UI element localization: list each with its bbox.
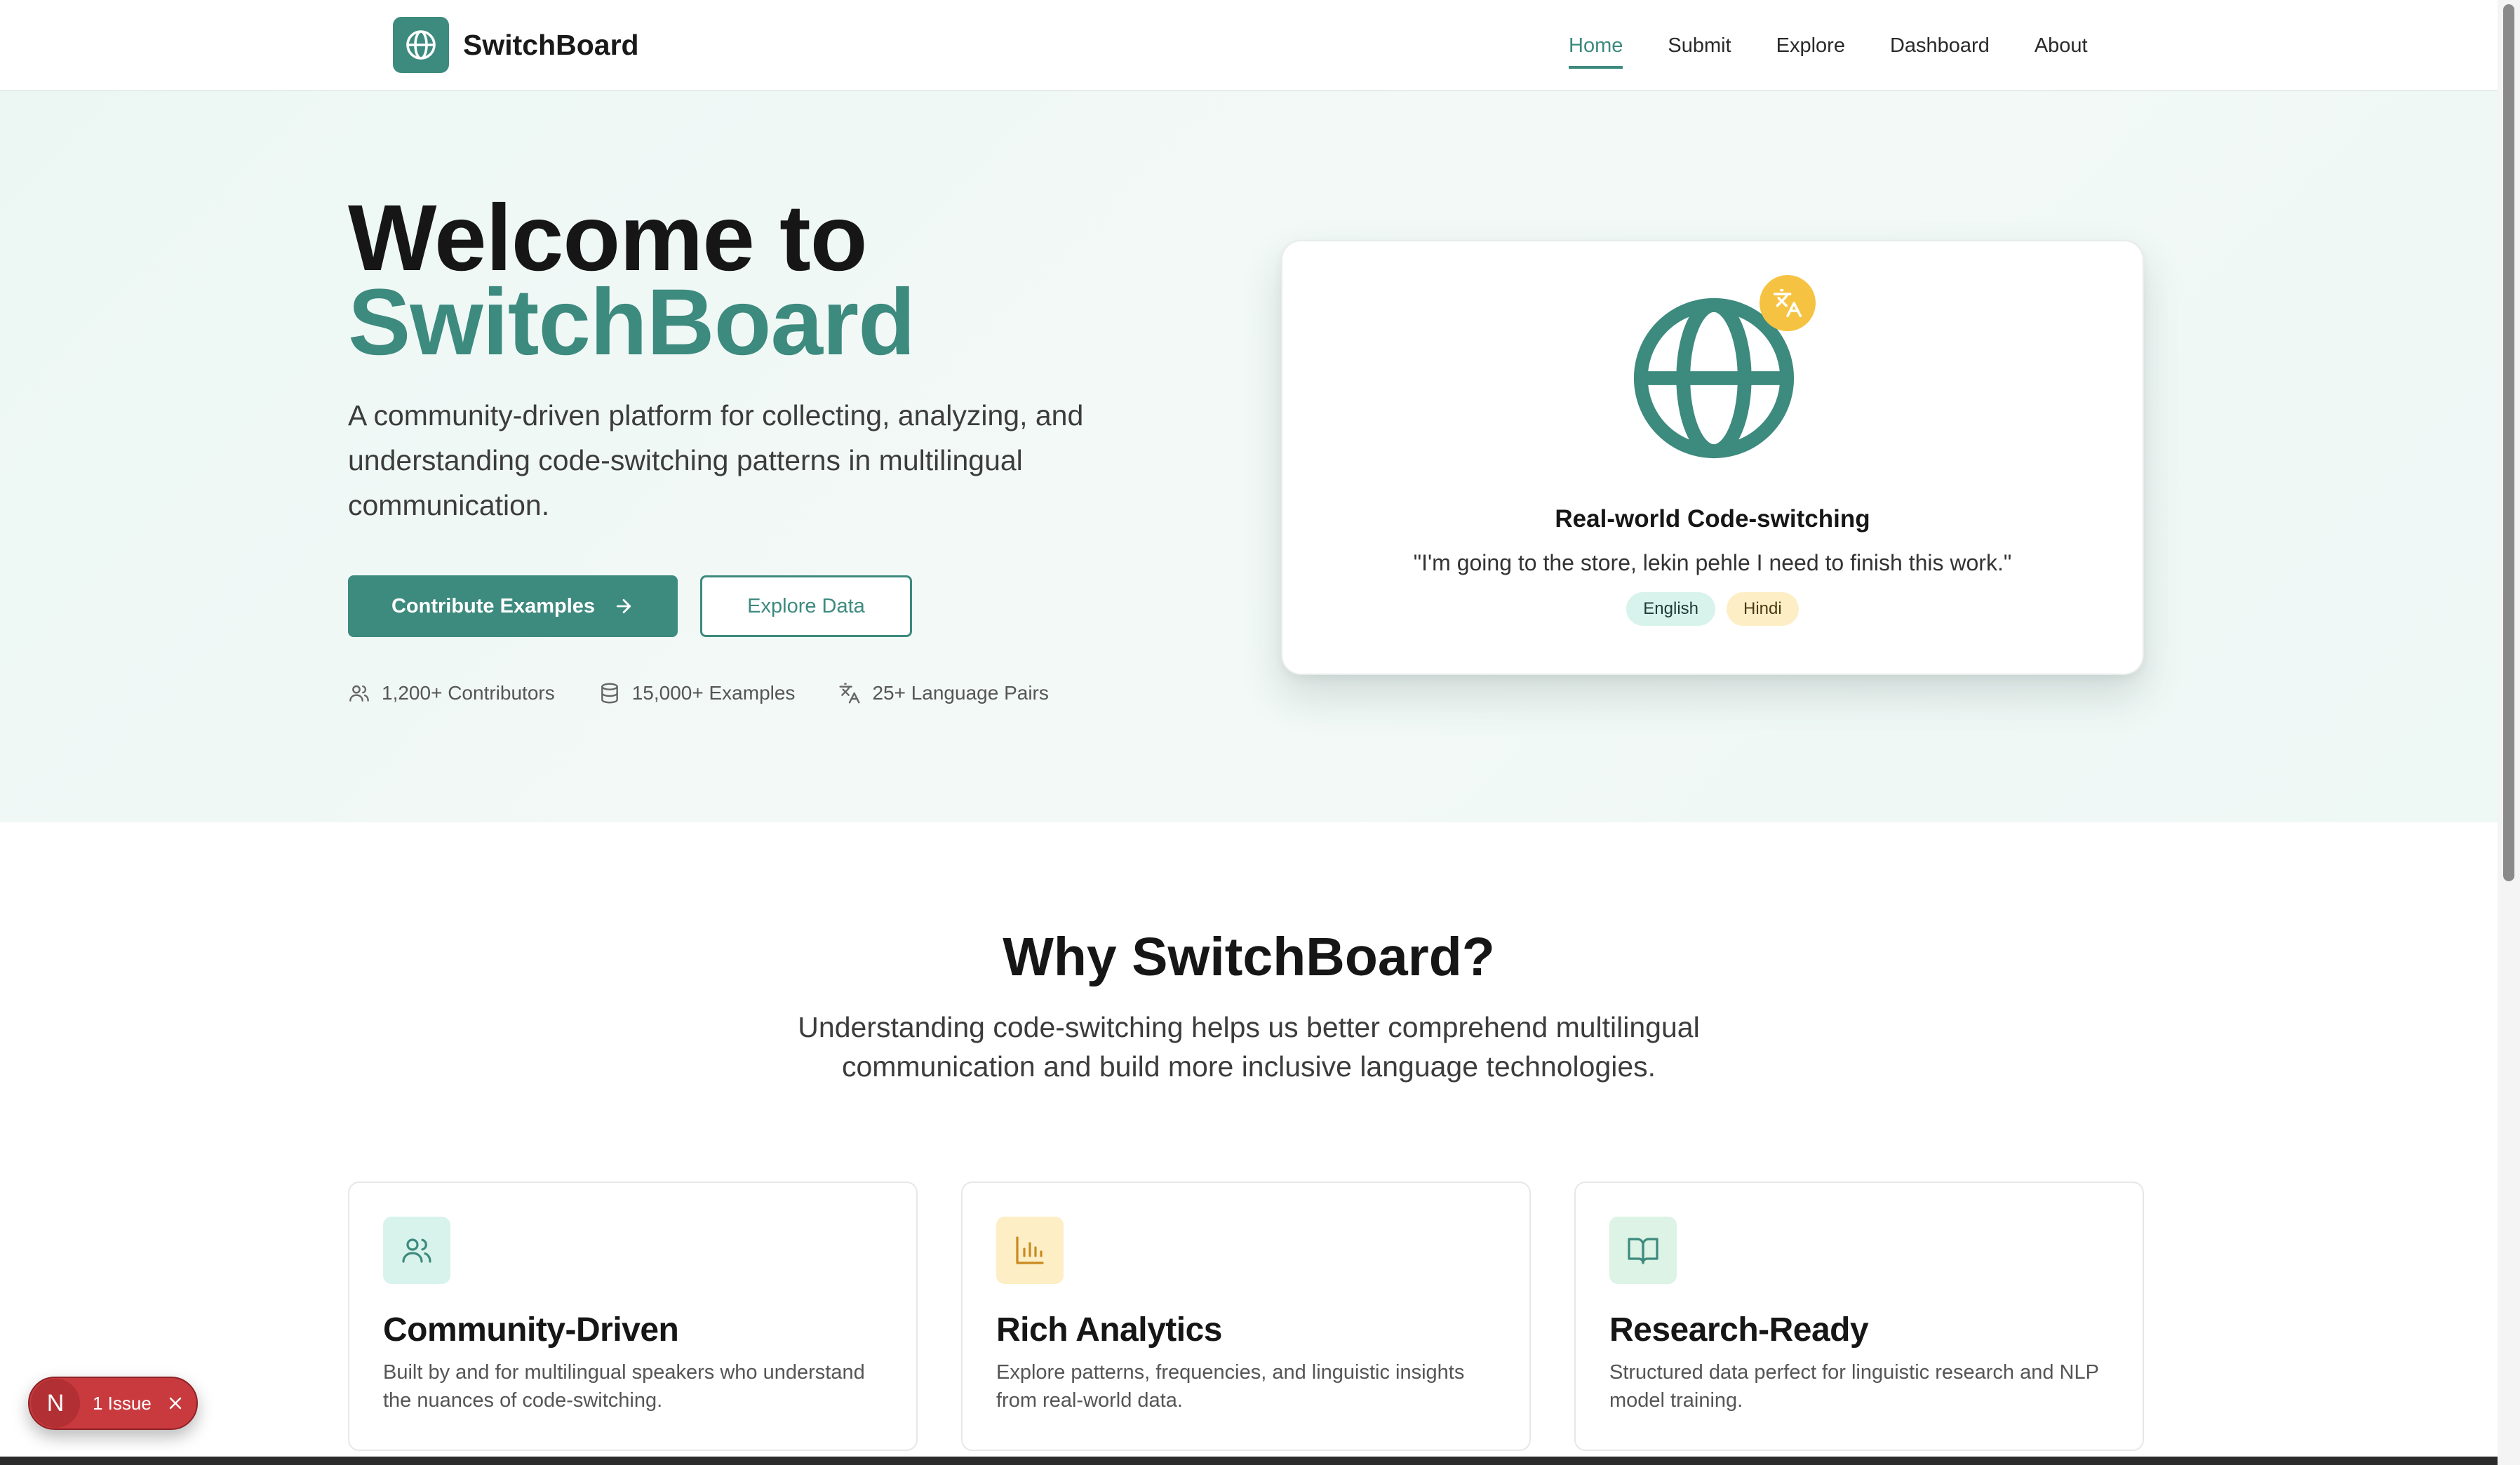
- database-icon: [601, 683, 618, 704]
- stat-examples: 15,000+ Examples: [598, 682, 796, 704]
- nav-link-home[interactable]: Home: [1569, 34, 1623, 69]
- contribute-examples-button[interactable]: Contribute Examples: [348, 575, 678, 637]
- contribute-examples-label: Contribute Examples: [391, 594, 596, 617]
- globe-icon: [393, 17, 449, 73]
- stat-language-pairs-label: 25+ Language Pairs: [872, 682, 1049, 704]
- stat-contributors-label: 1,200+ Contributors: [382, 682, 555, 704]
- top-nav: SwitchBoard Home Submit Explore Dashboar…: [0, 0, 2498, 91]
- example-quote: "I'm going to the store, lekin pehle I n…: [1413, 550, 2012, 575]
- hero-title: Welcome to SwitchBoard: [348, 192, 916, 375]
- users-icon: [383, 1217, 450, 1284]
- brand-name: SwitchBoard: [463, 28, 639, 61]
- feature-description: Structured data perfect for linguistic r…: [1609, 1361, 2099, 1412]
- language-tags: English Hindi: [1282, 592, 2143, 626]
- nav-link-explore[interactable]: Explore: [1776, 34, 1845, 58]
- arrow-right-icon: [613, 596, 634, 617]
- feature-description: Explore patterns, frequencies, and lingu…: [996, 1361, 1465, 1412]
- example-card: Real-world Code-switching "I'm going to …: [1281, 240, 2144, 675]
- why-subtitle: Understanding code-switching helps us be…: [798, 1011, 1700, 1083]
- translate-badge: [1760, 275, 1816, 331]
- hero-stats: 1,200+ Contributors 15,000+ Examples 25+…: [348, 682, 1092, 704]
- hero-description: A community-driven platform for collecti…: [348, 399, 1084, 521]
- feature-title: Rich Analytics: [996, 1311, 1223, 1349]
- explore-data-button[interactable]: Explore Data: [700, 575, 912, 637]
- feature-card-community: Community-Driven Built by and for multil…: [348, 1182, 918, 1451]
- users-icon: [349, 685, 369, 702]
- stat-language-pairs: 25+ Language Pairs: [838, 682, 1049, 704]
- tag-hindi: Hindi: [1727, 592, 1799, 626]
- tag-english: English: [1626, 592, 1715, 626]
- feature-card-analytics: Rich Analytics Explore patterns, frequen…: [961, 1182, 1531, 1451]
- brand[interactable]: SwitchBoard: [393, 17, 639, 73]
- feature-title: Research-Ready: [1609, 1311, 1869, 1349]
- example-card-title: Real-world Code-switching: [1555, 505, 1870, 533]
- hero-section: Welcome to SwitchBoard A community-drive…: [0, 91, 2498, 822]
- issues-count: 1 Issue: [93, 1392, 152, 1414]
- nextjs-logo-icon: N: [31, 1379, 80, 1428]
- nav-link-submit[interactable]: Submit: [1668, 34, 1731, 58]
- translate-icon: [1773, 288, 1802, 318]
- nav-links: Home Submit Explore Dashboard About: [1569, 0, 2133, 91]
- stat-examples-label: 15,000+ Examples: [631, 682, 796, 704]
- nav-link-dashboard[interactable]: Dashboard: [1890, 34, 1990, 58]
- book-open-icon: [1609, 1217, 1677, 1284]
- feature-title: Community-Driven: [383, 1311, 679, 1349]
- vertical-scrollbar[interactable]: [2498, 0, 2520, 1465]
- hero-title-brand: SwitchBoard: [348, 270, 916, 375]
- browser-viewport: SwitchBoard Home Submit Explore Dashboar…: [0, 0, 2498, 1457]
- scrollbar-thumb[interactable]: [2503, 4, 2514, 881]
- window-bottom-edge: [0, 1457, 2498, 1465]
- feature-card-research: Research-Ready Structured data perfect f…: [1574, 1182, 2144, 1451]
- why-title: Why SwitchBoard?: [1003, 927, 1495, 987]
- feature-description: Built by and for multilingual speakers w…: [383, 1361, 865, 1412]
- translate-icon: [839, 683, 860, 704]
- issues-badge[interactable]: N 1 Issue: [28, 1377, 198, 1430]
- stat-contributors: 1,200+ Contributors: [348, 682, 555, 704]
- close-icon[interactable]: [167, 1395, 184, 1412]
- nav-link-about[interactable]: About: [2035, 34, 2088, 58]
- bar-chart-icon: [996, 1217, 1064, 1284]
